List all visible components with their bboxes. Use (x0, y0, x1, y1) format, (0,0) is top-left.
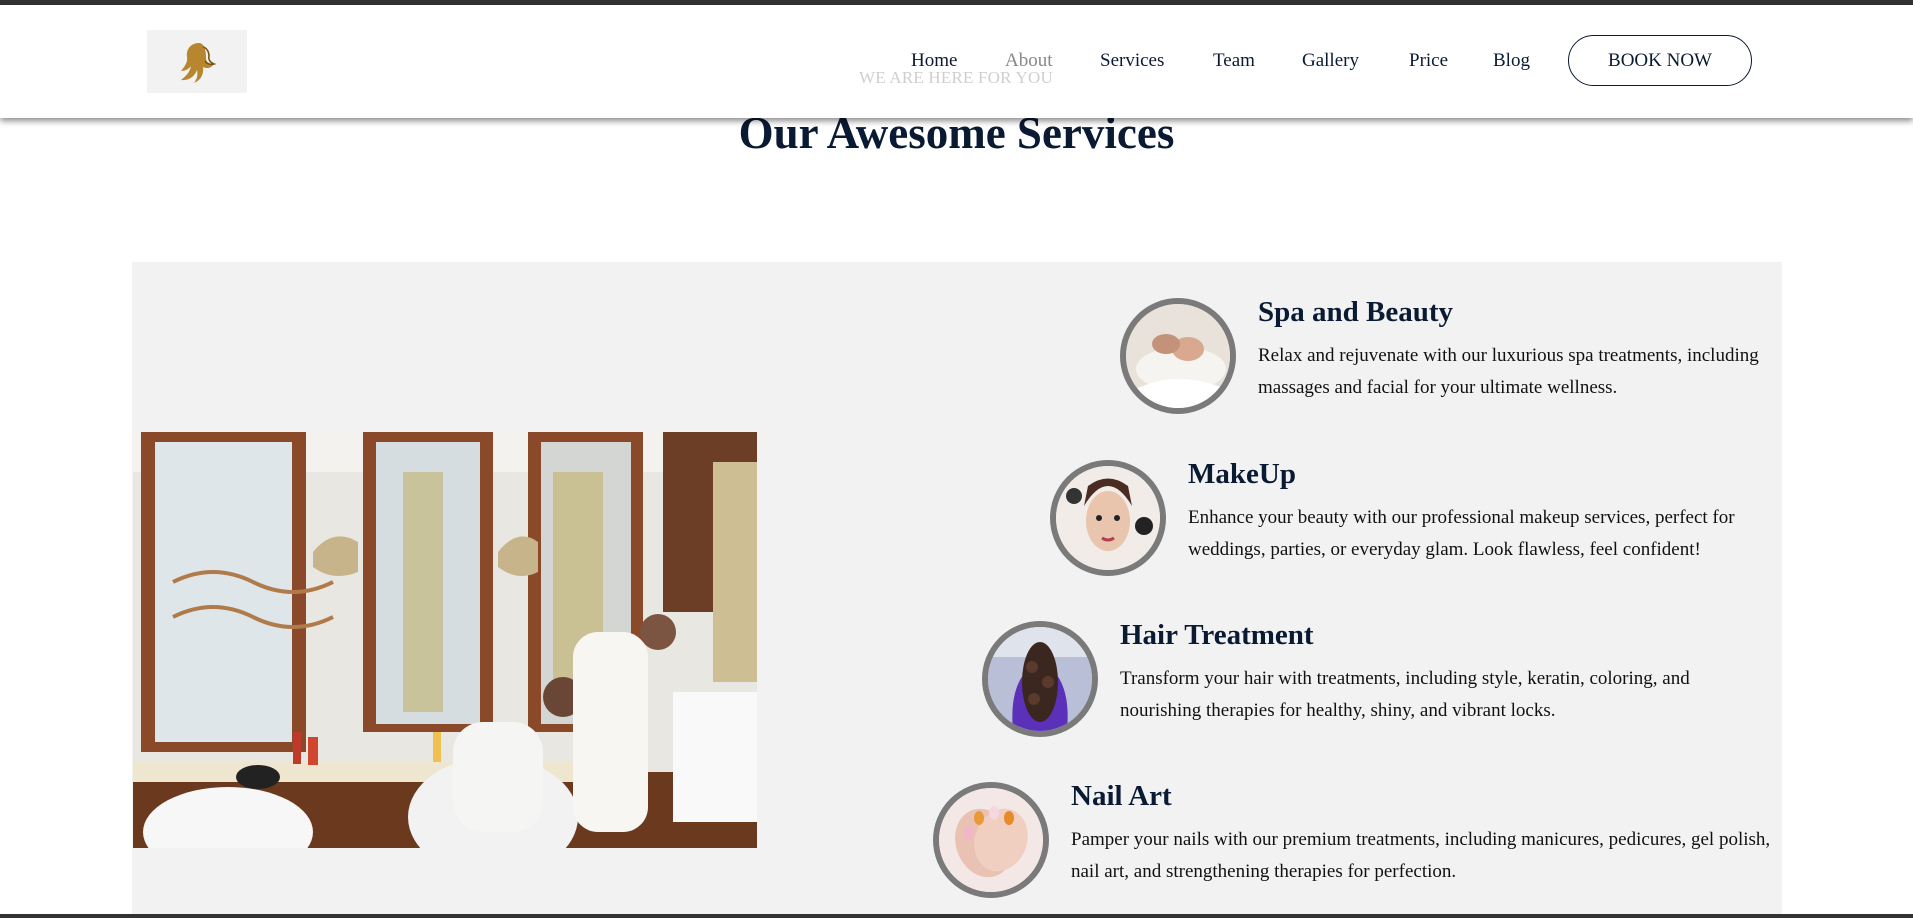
nav-price[interactable]: Price (1409, 50, 1448, 72)
service-description: Enhance your beauty with our professiona… (1188, 507, 1735, 560)
logo[interactable] (147, 30, 247, 93)
service-title: Hair Treatment (1120, 619, 1314, 651)
nail-image (933, 782, 1049, 898)
site-header: WE ARE HERE FOR YOU Home About Services … (0, 5, 1913, 118)
service-description: Transform your hair with treatments, inc… (1120, 668, 1690, 721)
hair-image (982, 621, 1098, 737)
service-description: Pamper your nails with our premium treat… (1071, 829, 1771, 882)
nav-team[interactable]: Team (1213, 50, 1255, 72)
nav-blog[interactable]: Blog (1493, 50, 1530, 72)
nav-gallery[interactable]: Gallery (1302, 50, 1359, 72)
woman-silhouette-logo-icon (181, 42, 217, 83)
service-description: Relax and rejuvenate with our luxurious … (1258, 345, 1759, 398)
service-title: Spa and Beauty (1258, 296, 1454, 328)
nav-services[interactable]: Services (1100, 50, 1164, 72)
service-title: Nail Art (1071, 780, 1172, 812)
nav-about[interactable]: About (1005, 50, 1053, 72)
nav-home[interactable]: Home (911, 50, 957, 72)
spa-image (1120, 298, 1236, 414)
makeup-image (1050, 460, 1166, 576)
book-now-button[interactable]: BOOK NOW (1568, 35, 1752, 86)
bottom-border (0, 914, 1913, 918)
service-title: MakeUp (1188, 458, 1296, 490)
salon-photo (133, 432, 757, 848)
